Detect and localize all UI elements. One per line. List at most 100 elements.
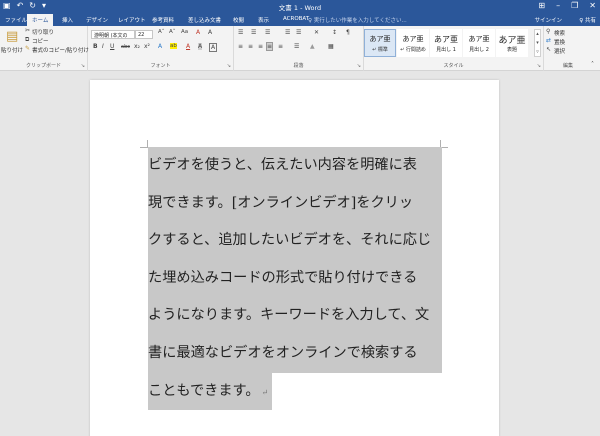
- tab-mailings[interactable]: 差し込み文書: [188, 16, 221, 24]
- clipboard-group-label: クリップボード: [25, 63, 61, 69]
- style-title[interactable]: あア亜 表題: [496, 29, 528, 57]
- font-launcher-icon[interactable]: ↘: [227, 63, 231, 69]
- multilevel-list-icon[interactable]: ☰: [265, 29, 270, 36]
- tab-layout[interactable]: レイアウト: [118, 16, 146, 24]
- restore-icon[interactable]: ❐: [571, 1, 578, 10]
- selected-text: 書に最適なビデオをオンラインで検索する: [148, 334, 442, 373]
- clipboard-launcher-icon[interactable]: ↘: [81, 63, 85, 69]
- highlight-color-icon[interactable]: ab: [170, 43, 177, 49]
- italic-icon[interactable]: I: [102, 43, 104, 50]
- styles-group-label: スタイル: [443, 63, 464, 69]
- crop-mark-top-left: [140, 140, 148, 148]
- text-line: 現できます。[オンラインビデオ]をクリッ: [148, 184, 442, 223]
- chevron-down-icon[interactable]: ▾: [535, 39, 540, 48]
- text-line: 書に最適なビデオをオンラインで検索する: [148, 334, 442, 373]
- increase-indent-icon[interactable]: ☰: [296, 29, 301, 36]
- line-spacing-icon[interactable]: ☰: [294, 43, 299, 50]
- select-button[interactable]: 選択: [554, 47, 565, 55]
- text-line: た埋め込みコードの形式で貼り付けできる: [148, 259, 442, 298]
- show-marks-icon[interactable]: ¶: [346, 29, 350, 36]
- styles-group: あア亜 ↵ 標準 あア亜 ↵ 行間詰め あア亜 見出し 1 あア亜 見出し 2 …: [364, 26, 544, 71]
- styles-launcher-icon[interactable]: ↘: [537, 63, 541, 69]
- text-line: クすると、追加したいビデオを、それに応じ: [148, 222, 442, 260]
- close-icon[interactable]: ✕: [589, 1, 596, 10]
- find-button[interactable]: 検索: [554, 29, 565, 37]
- share-button[interactable]: ♀ 共有: [579, 16, 596, 24]
- distributed-icon[interactable]: ≡: [278, 43, 283, 50]
- tab-review[interactable]: 校閲: [233, 16, 244, 24]
- style-no-spacing[interactable]: あア亜 ↵ 行間詰め: [397, 29, 429, 57]
- style-name-label: 見出し 2: [469, 47, 489, 53]
- style-name-label: ↵ 行間詰め: [400, 47, 426, 53]
- sort-icon[interactable]: ↕: [332, 29, 337, 36]
- font-name-combo[interactable]: 游明朝 (本文の: [91, 30, 135, 39]
- numbering-icon[interactable]: ☰: [251, 29, 256, 36]
- cut-button[interactable]: 切り取り: [32, 28, 54, 36]
- bullets-icon[interactable]: ☰: [238, 29, 243, 36]
- tell-me-search[interactable]: ♀ 実行したい作業を入力してください...: [308, 16, 407, 24]
- tab-insert[interactable]: 挿入: [62, 16, 73, 24]
- minimize-icon[interactable]: –: [556, 1, 560, 10]
- superscript-icon[interactable]: x²: [144, 43, 150, 50]
- window-title: 文書 1 - Word: [278, 4, 322, 12]
- format-painter-button[interactable]: 書式のコピー/貼り付け: [32, 46, 89, 54]
- shrink-font-icon[interactable]: A˅: [169, 29, 176, 35]
- copy-button[interactable]: コピー: [32, 37, 49, 45]
- collapse-ribbon-icon[interactable]: ˄: [591, 61, 594, 68]
- search-icon: ⚲: [546, 28, 551, 35]
- document-page[interactable]: ビデオを使うと、伝えたい内容を明確に表 現できます。[オンラインビデオ]をクリッ…: [90, 80, 499, 436]
- underline-icon[interactable]: U: [110, 43, 114, 50]
- subscript-icon[interactable]: x₂: [134, 43, 140, 50]
- align-left-icon[interactable]: ≡: [238, 43, 243, 50]
- more-styles-icon[interactable]: ▿: [535, 48, 540, 57]
- align-center-icon[interactable]: ≡: [248, 43, 253, 50]
- paragraph-launcher-icon[interactable]: ↘: [357, 63, 361, 69]
- selected-text-last: こともできます。: [148, 382, 260, 399]
- style-name-label: 見出し 1: [436, 47, 456, 53]
- tab-references[interactable]: 参考資料: [152, 16, 174, 24]
- tab-view[interactable]: 表示: [258, 16, 269, 24]
- asian-layout-icon[interactable]: ✕: [314, 29, 319, 36]
- style-sample-text: あア亜: [498, 36, 526, 46]
- strikethrough-icon[interactable]: abc: [121, 44, 130, 50]
- replace-icon: ⇄: [546, 37, 552, 44]
- character-border-icon[interactable]: A: [209, 43, 218, 52]
- tab-acrobat[interactable]: ACROBAT: [283, 16, 309, 22]
- align-right-icon[interactable]: ≡: [258, 43, 263, 50]
- tab-file[interactable]: ファイル: [5, 16, 27, 24]
- style-name-label: ↵ 標準: [372, 47, 388, 53]
- tab-home[interactable]: ホーム: [27, 14, 54, 26]
- font-color-icon[interactable]: A: [186, 43, 190, 50]
- text-line: こともできます。 ↵: [148, 372, 442, 411]
- replace-button[interactable]: 置換: [554, 38, 565, 46]
- text-line: ビデオを使うと、伝えたい内容を明確に表: [148, 147, 442, 185]
- paste-button[interactable]: 貼り付け: [1, 46, 23, 54]
- font-size-combo[interactable]: 22: [135, 30, 153, 39]
- styles-scroll[interactable]: ▴ ▾ ▿: [534, 29, 541, 57]
- selected-text: た埋め込みコードの形式で貼り付けできる: [148, 259, 442, 298]
- grow-font-icon[interactable]: A˄: [158, 29, 165, 35]
- chevron-up-icon[interactable]: ▴: [535, 30, 540, 39]
- style-normal[interactable]: あア亜 ↵ 標準: [364, 29, 396, 57]
- ribbon-tabs: ファイル ホーム 挿入 デザイン レイアウト 参考資料 差し込み文書 校閲 表示…: [0, 14, 600, 26]
- tab-design[interactable]: デザイン: [86, 16, 108, 24]
- paste-icon[interactable]: ▤: [6, 29, 18, 44]
- style-heading-1[interactable]: あア亜 見出し 1: [430, 29, 462, 57]
- text-effects-icon[interactable]: A: [158, 43, 162, 50]
- borders-icon[interactable]: ▦: [328, 43, 334, 50]
- bold-icon[interactable]: B: [93, 43, 98, 50]
- justify-icon[interactable]: ≡: [265, 42, 274, 51]
- clear-format-icon[interactable]: A: [196, 29, 200, 36]
- character-shading-icon[interactable]: A: [198, 43, 203, 50]
- style-heading-2[interactable]: あア亜 見出し 2: [463, 29, 495, 57]
- document-body[interactable]: ビデオを使うと、伝えたい内容を明確に表 現できます。[オンラインビデオ]をクリッ…: [148, 147, 442, 411]
- shading-icon[interactable]: ▲: [310, 43, 315, 50]
- phonetic-guide-icon[interactable]: A: [208, 29, 212, 36]
- ribbon-display-icon[interactable]: ⊞: [538, 1, 545, 10]
- sign-in-link[interactable]: サインイン: [534, 16, 562, 24]
- decrease-indent-icon[interactable]: ☰: [285, 29, 290, 36]
- change-case-icon[interactable]: Aa: [181, 29, 188, 35]
- style-sample-text: あア亜: [434, 35, 458, 44]
- brush-icon: ✎: [25, 45, 31, 52]
- copy-icon: ⧉: [25, 36, 30, 43]
